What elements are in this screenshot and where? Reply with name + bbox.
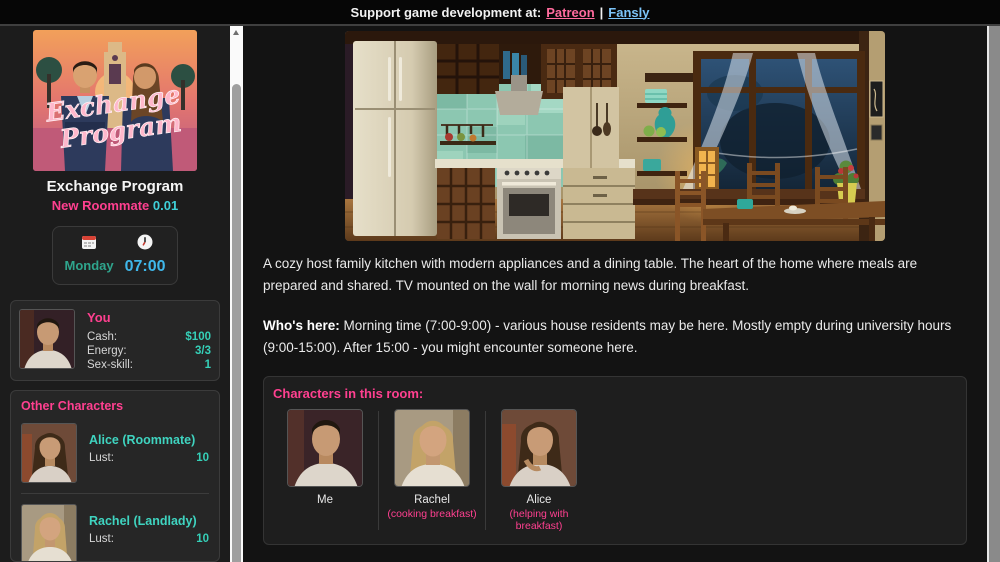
- patreon-link[interactable]: Patreon: [546, 5, 594, 20]
- character-entry-rachel[interactable]: Rachel (Landlady) Lust: 10: [21, 500, 209, 562]
- divider: [21, 493, 209, 494]
- clock-icon: [137, 234, 153, 255]
- main-content: A cozy host family kitchen with modern a…: [243, 26, 987, 562]
- link-separator: |: [600, 5, 604, 20]
- game-version: New Roommate 0.01: [0, 198, 230, 213]
- alice-avatar: [21, 423, 77, 483]
- other-characters-panel: Other Characters: [10, 390, 220, 562]
- calendar-icon: [81, 234, 97, 255]
- whos-here-label: Who's here:: [263, 318, 340, 333]
- room-characters-panel: Characters in this room:: [263, 376, 967, 545]
- room-card-alice[interactable]: Alice (helping with breakfast): [486, 409, 592, 532]
- sidebar: Exchange Program Exchange Program New Ro…: [0, 26, 230, 562]
- version-number: 0.01: [153, 198, 178, 213]
- game-logo-image: Exchange Program: [33, 30, 197, 171]
- sidebar-scrollbar[interactable]: [230, 26, 243, 562]
- player-name: You: [87, 310, 211, 325]
- rachel-lust-row: Lust: 10: [89, 532, 209, 546]
- scrollbar-thumb[interactable]: [232, 84, 241, 562]
- location-description: A cozy host family kitchen with modern a…: [263, 253, 967, 297]
- room-card-rachel[interactable]: Rachel (cooking breakfast): [379, 409, 485, 520]
- scroll-up-arrow-icon[interactable]: [233, 30, 239, 35]
- stat-cash: Cash: $100: [87, 330, 211, 344]
- day-label: Monday: [64, 258, 113, 273]
- game-app: Support game development at: Patreon | F…: [0, 0, 1000, 562]
- game-title: Exchange Program: [0, 178, 230, 195]
- page-scrollbar[interactable]: [987, 26, 1000, 562]
- fansly-link[interactable]: Fansly: [608, 5, 649, 20]
- stat-energy: Energy: 3/3: [87, 344, 211, 358]
- stat-sex-skill: Sex-skill: 1: [87, 358, 211, 372]
- me-photo: [287, 409, 363, 487]
- other-characters-header: Other Characters: [21, 399, 209, 413]
- player-panel: You Cash: $100 Energy: 3/3 Sex-skill: 1: [10, 300, 220, 381]
- content-row: Exchange Program Exchange Program New Ro…: [0, 26, 1000, 562]
- rachel-photo: [394, 409, 470, 487]
- alice-lust-row: Lust: 10: [89, 451, 209, 465]
- time-widget: Monday 07:00: [52, 226, 178, 285]
- character-entry-alice[interactable]: Alice (Roommate) Lust: 10: [21, 419, 209, 491]
- room-card-me[interactable]: Me: [272, 409, 378, 508]
- support-bar: Support game development at: Patreon | F…: [0, 0, 1000, 26]
- location-image-kitchen: [345, 31, 885, 241]
- room-characters-header: Characters in this room:: [273, 386, 958, 401]
- time-label: 07:00: [125, 258, 166, 276]
- whos-here-text: Who's here: Morning time (7:00-9:00) - v…: [263, 315, 967, 359]
- player-avatar: [19, 309, 75, 369]
- rachel-avatar: [21, 504, 77, 562]
- alice-photo: [501, 409, 577, 487]
- support-text: Support game development at:: [351, 5, 542, 20]
- version-label: New Roommate: [52, 198, 150, 213]
